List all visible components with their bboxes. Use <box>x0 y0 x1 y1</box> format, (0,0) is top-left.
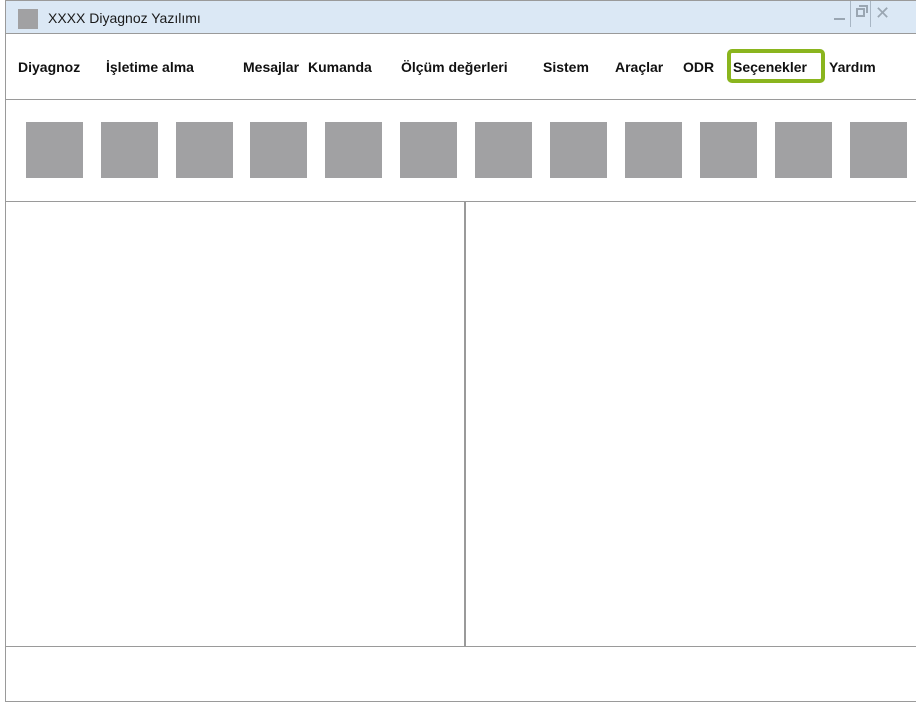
toolbar-button-8[interactable] <box>550 122 607 178</box>
menu-item-olcum-degerleri[interactable]: Ölçüm değerleri <box>401 59 508 75</box>
menu-item-mesajlar[interactable]: Mesajlar <box>243 59 299 75</box>
app-icon <box>18 9 38 29</box>
toolbar-button-5[interactable] <box>325 122 382 178</box>
menu-item-odr[interactable]: ODR <box>683 59 714 75</box>
menu-item-yardim[interactable]: Yardım <box>829 59 876 75</box>
toolbar-button-4[interactable] <box>250 122 307 178</box>
toolbar-button-7[interactable] <box>475 122 532 178</box>
window-controls: ✕ <box>830 1 890 27</box>
menu-bar: Diyagnoz İşletime alma Mesajlar Kumanda … <box>6 34 916 100</box>
status-bar <box>6 646 916 701</box>
toolbar-button-1[interactable] <box>26 122 83 178</box>
toolbar-button-3[interactable] <box>176 122 233 178</box>
right-pane[interactable] <box>467 202 916 646</box>
minimize-button[interactable] <box>830 1 850 27</box>
left-pane[interactable] <box>6 202 466 646</box>
toolbar-button-9[interactable] <box>625 122 682 178</box>
toolbar-button-2[interactable] <box>101 122 158 178</box>
window-title: XXXX Diyagnoz Yazılımı <box>48 10 201 26</box>
menu-item-araclar[interactable]: Araçlar <box>615 59 663 75</box>
toolbar-button-11[interactable] <box>775 122 832 178</box>
toolbar-button-6[interactable] <box>400 122 457 178</box>
menu-item-diyagnoz[interactable]: Diyagnoz <box>18 59 80 75</box>
menu-item-kumanda[interactable]: Kumanda <box>308 59 372 75</box>
menu-item-secenekler[interactable]: Seçenekler <box>727 49 825 83</box>
toolbar <box>6 100 916 202</box>
menu-item-sistem[interactable]: Sistem <box>543 59 589 75</box>
app-window: XXXX Diyagnoz Yazılımı ✕ Diyagnoz İşleti… <box>5 0 916 702</box>
menu-item-isletime-alma[interactable]: İşletime alma <box>106 59 194 75</box>
restore-button[interactable] <box>850 1 870 27</box>
toolbar-button-10[interactable] <box>700 122 757 178</box>
restore-icon <box>856 5 868 17</box>
close-icon: ✕ <box>875 3 891 23</box>
minimize-icon <box>834 18 845 20</box>
title-bar[interactable]: XXXX Diyagnoz Yazılımı ✕ <box>6 1 916 34</box>
close-button[interactable]: ✕ <box>870 1 890 27</box>
toolbar-button-12[interactable] <box>850 122 907 178</box>
